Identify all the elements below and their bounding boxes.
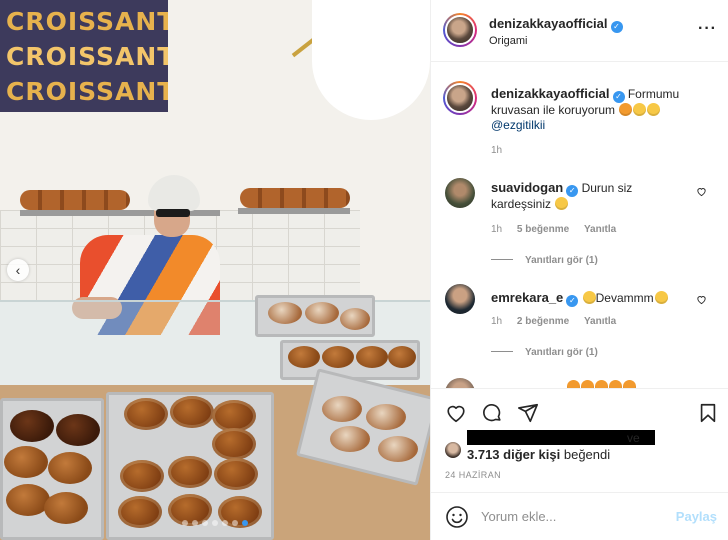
comment-meta: 1h 5 beğenme Yanıtla (491, 224, 628, 235)
post-side-panel: denizakkayaofficial ✓ Origami ··· denizak… (430, 0, 728, 540)
heart-icon[interactable] (696, 294, 707, 305)
author-avatar[interactable] (443, 13, 477, 47)
caption-mention[interactable]: @ezgitilkii (491, 118, 545, 132)
likes-count[interactable]: 3.713 diğer kişi (467, 447, 560, 462)
carousel-dot (212, 520, 218, 526)
grin-sweat-emoji-icon (582, 291, 596, 304)
likes-summary: 3.713 diğer kişi beğendi (467, 447, 610, 462)
likes-connector: ve (627, 431, 640, 445)
comment-input[interactable]: Yorum ekle... (481, 509, 556, 524)
comment-avatar[interactable] (445, 178, 475, 208)
comment-avatar[interactable] (445, 378, 475, 388)
post-date[interactable]: 24 HAZİRAN (445, 470, 501, 480)
comment-text: suavidogan ✓ Durun siz kardeşsiniz (491, 180, 691, 212)
comment-bubble-icon[interactable] (481, 402, 503, 424)
liked-by-avatar[interactable] (445, 442, 461, 458)
carousel-dot (222, 520, 228, 526)
carousel-dot (242, 520, 248, 526)
carousel-dot (202, 520, 208, 526)
share-send-icon[interactable] (517, 402, 539, 424)
view-replies-label: Yanıtları gör (1) (525, 347, 598, 358)
comment-body: Devammm (595, 291, 654, 305)
croissant-banner: CROISSANT CROISSANT CROISSANT (0, 0, 168, 112)
hands-emoji-icon (654, 291, 668, 304)
verified-badge-icon: ✓ (566, 185, 579, 197)
post-location[interactable]: Origami (489, 35, 528, 47)
reply-button[interactable]: Yanıtla (584, 224, 616, 235)
banner-line: CROISSANT (6, 42, 168, 71)
verified-badge-icon: ✓ (566, 295, 579, 307)
comment-time: 1h (491, 316, 503, 327)
post-comment-button[interactable]: Paylaş (676, 509, 717, 524)
verified-badge-icon: ✓ (612, 91, 625, 103)
comment-time: 1h (491, 224, 503, 235)
banner-line: CROISSANT (6, 77, 168, 106)
banner-line: CROISSANT (6, 7, 168, 36)
shelf-pastries (240, 188, 350, 208)
comment-emojis (566, 380, 728, 388)
comment-username[interactable]: suavidogan (491, 180, 563, 195)
like-heart-icon[interactable] (445, 402, 467, 424)
caption-author-avatar[interactable] (443, 81, 477, 115)
caption-text: denizakkayaofficial ✓ Formumu kruvasan il… (491, 86, 691, 133)
reply-button[interactable]: Yanıtla (584, 316, 616, 327)
carousel-dot (192, 520, 198, 526)
carousel-dot (182, 520, 188, 526)
comment-likes[interactable]: 5 beğenme (517, 224, 569, 235)
comment-username[interactable]: emrekara_e (491, 290, 563, 305)
comment-avatar[interactable] (445, 284, 475, 314)
croissant-emoji-icon (619, 103, 633, 116)
heart-icon[interactable] (696, 186, 707, 197)
pendant-lamp (312, 0, 430, 120)
view-replies-button[interactable]: Yanıtları gör (1) (491, 255, 598, 266)
chevron-left-icon[interactable]: ‹ (7, 259, 29, 281)
emoji-smile-icon[interactable] (445, 505, 469, 529)
view-replies-label: Yanıtları gör (1) (525, 255, 598, 266)
author-username[interactable]: denizakkayaofficial (489, 16, 608, 31)
smile-emoji-icon (633, 103, 647, 116)
bookmark-icon[interactable] (697, 402, 719, 424)
comment-text: emrekara_e ✓ Devammm (491, 290, 691, 307)
carousel-dot (232, 520, 238, 526)
likes-suffix: beğendi (563, 447, 611, 462)
author-block: denizakkayaofficial ✓ (489, 16, 623, 33)
caption-author[interactable]: denizakkayaofficial (491, 86, 610, 101)
comment-likes[interactable]: 2 beğenme (517, 316, 569, 327)
carousel-dots (0, 520, 430, 526)
upside-down-emoji-icon (647, 103, 661, 116)
view-replies-button[interactable]: Yanıtları gör (1) (491, 347, 598, 358)
shelf (238, 208, 350, 214)
comment-composer: Yorum ekle... Paylaş (431, 492, 728, 540)
caption-time: 1h (491, 145, 503, 156)
post-photo[interactable]: CROISSANT CROISSANT CROISSANT ‹ (0, 0, 430, 540)
comments-list: denizakkayaofficial ✓ Formumu kruvasan il… (431, 62, 728, 388)
verified-badge-icon: ✓ (610, 21, 623, 33)
comment-meta: 1h 2 beğenme Yanıtla (491, 316, 628, 327)
grin-emoji-icon (555, 197, 569, 210)
post-header: denizakkayaofficial ✓ Origami ··· (431, 0, 728, 62)
more-horizontal-icon[interactable]: ··· (698, 20, 717, 38)
